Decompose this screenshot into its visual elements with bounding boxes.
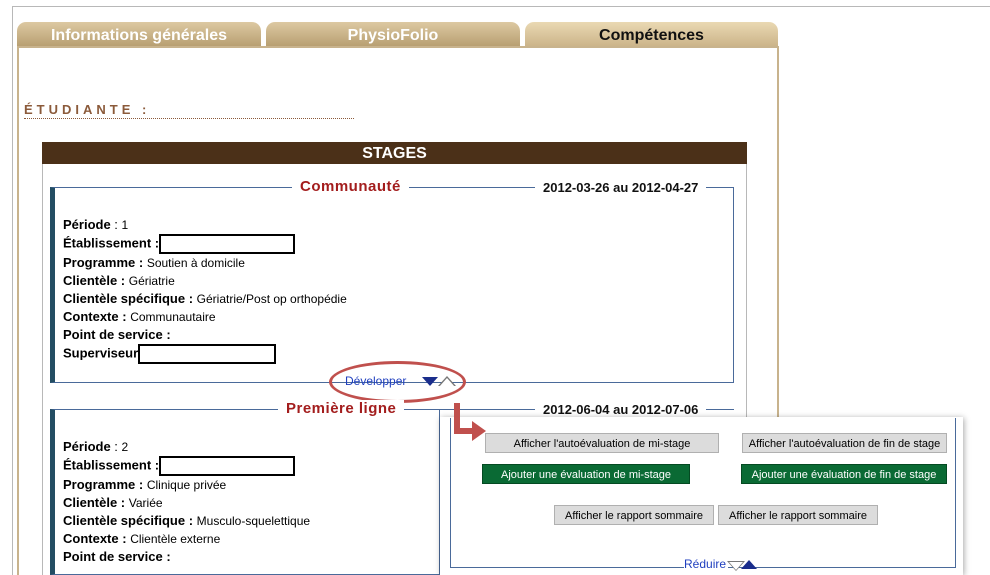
stage-info: Période : 1 Établissement : Programme : … [63, 216, 347, 364]
tab-informations-generales[interactable]: Informations générales [17, 22, 261, 48]
periode-label: Période [63, 217, 111, 232]
stage-dates: 2012-03-26 au 2012-04-27 [535, 180, 707, 195]
tab-physiofolio[interactable]: PhysioFolio [266, 22, 520, 48]
contexte-value: Communautaire [130, 310, 216, 324]
stages-header: STAGES [42, 142, 747, 164]
tab-competences[interactable]: Compétences [525, 22, 778, 48]
point-service-row: Point de service : [63, 548, 310, 566]
stage-title: Première ligne [278, 400, 405, 417]
contexte-label: Contexte : [63, 309, 127, 324]
collapse-up-icon-inner [439, 378, 455, 387]
stage-info: Période : 2 Établissement : Programme : … [63, 438, 310, 566]
etablissement-label: Établissement : [63, 457, 160, 473]
clientele-label: Clientèle : [63, 273, 126, 288]
programme-row: Programme : Soutien à domicile [63, 254, 347, 272]
clientele-specifique-row: Clientèle spécifique : Gériatrie/Post op… [63, 290, 347, 308]
periode-row: Période : 1 [63, 217, 129, 232]
contexte-row: Contexte : Clientèle externe [63, 530, 310, 548]
contexte-label: Contexte : [63, 531, 127, 546]
show-mid-self-evaluation-button[interactable]: Afficher l'autoévaluation de mi-stage [485, 433, 719, 453]
superviseur-row: Superviseur [63, 344, 347, 364]
contexte-value: Clientèle externe [130, 532, 221, 546]
clientele-value: Gériatrie [128, 274, 175, 288]
periode-value: 2 [121, 440, 129, 454]
etablissement-row: Établissement : [63, 456, 310, 476]
show-summary-report-button[interactable]: Afficher le rapport sommaire [718, 505, 878, 525]
stage-title: Communauté [292, 178, 409, 195]
periode-row: Période : 2 [63, 439, 129, 454]
redacted-box [138, 344, 277, 364]
expand-down-icon[interactable] [422, 377, 438, 386]
clientele-row: Clientèle : Variée [63, 494, 310, 512]
point-service-label: Point de service : [63, 549, 171, 564]
programme-value: Soutien à domicile [146, 256, 245, 270]
programme-label: Programme : [63, 477, 144, 492]
stage-dates: 2012-06-04 au 2012-07-06 [535, 402, 707, 417]
programme-row: Programme : Clinique privée [63, 476, 310, 494]
clientele-label: Clientèle : [63, 495, 126, 510]
show-end-self-evaluation-button[interactable]: Afficher l'autoévaluation de fin de stag… [742, 433, 947, 453]
etablissement-label: Établissement : [63, 235, 160, 251]
student-label: ÉTUDIANTE : [24, 102, 151, 117]
annotation-arrow-head [472, 421, 486, 441]
outer-frame-top [12, 6, 990, 7]
superviseur-label: Superviseur [63, 345, 139, 361]
redacted-box [159, 234, 296, 254]
annotation-arrow-shaft [454, 428, 474, 434]
clientele-specifique-label: Clientèle spécifique : [63, 513, 194, 528]
clientele-specifique-value: Gériatrie/Post op orthopédie [196, 292, 347, 306]
contexte-row: Contexte : Communautaire [63, 308, 347, 326]
outer-frame-left [12, 6, 13, 575]
add-mid-evaluation-button[interactable]: Ajouter une évaluation de mi-stage [482, 464, 690, 484]
point-service-label: Point de service : [63, 327, 171, 342]
collapse-up-icon[interactable] [741, 560, 757, 569]
clientele-specifique-value: Musculo-squelettique [196, 514, 311, 528]
periode-label: Période [63, 439, 111, 454]
etablissement-row: Établissement : [63, 234, 347, 254]
clientele-row: Clientèle : Gériatrie [63, 272, 347, 290]
periode-value: 1 [121, 218, 129, 232]
programme-value: Clinique privée [146, 478, 227, 492]
add-end-evaluation-button[interactable]: Ajouter une évaluation de fin de stage [741, 464, 947, 484]
student-underline [24, 118, 354, 119]
clientele-value: Variée [128, 496, 163, 510]
redacted-box [159, 456, 296, 476]
programme-label: Programme : [63, 255, 144, 270]
collapse-link[interactable]: Réduire [684, 557, 729, 571]
clientele-specifique-row: Clientèle spécifique : Musculo-squeletti… [63, 512, 310, 530]
show-summary-report-button[interactable]: Afficher le rapport sommaire [554, 505, 714, 525]
clientele-specifique-label: Clientèle spécifique : [63, 291, 194, 306]
point-service-row: Point de service : [63, 326, 347, 344]
expand-link[interactable]: Développer [345, 374, 406, 388]
